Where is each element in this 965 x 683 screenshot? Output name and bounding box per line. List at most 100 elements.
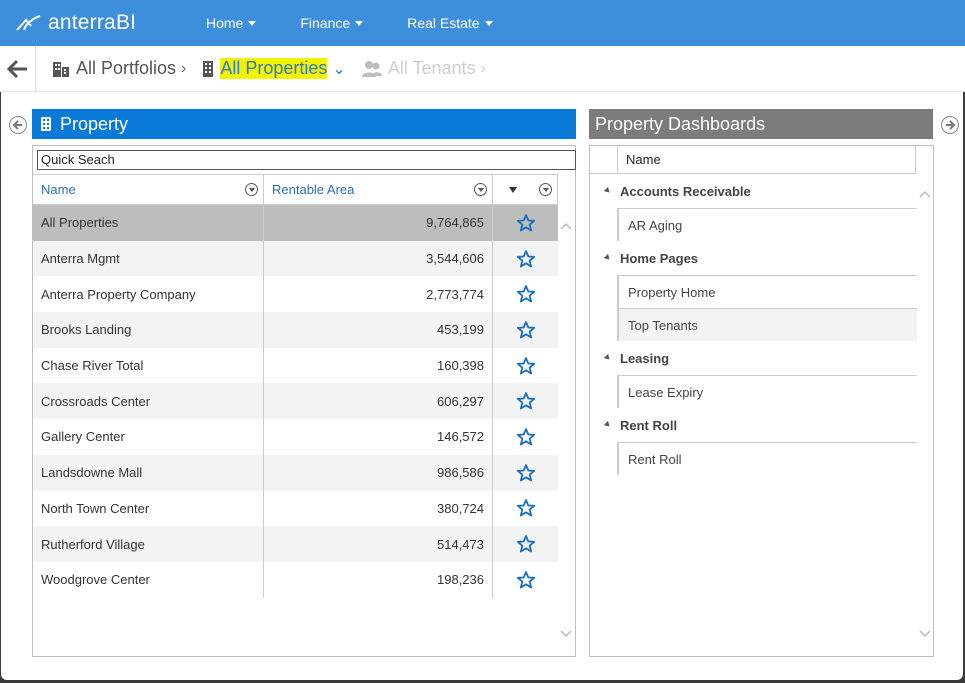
table-row[interactable]: North Town Center 380,724	[33, 490, 558, 527]
collapse-left-button[interactable]	[9, 116, 27, 134]
property-grid: Quick Seach Name Rentable Area All Prope…	[32, 145, 576, 657]
column-header-name[interactable]: Name	[33, 175, 264, 204]
crumb-label: All Tenants	[387, 58, 476, 78]
star-icon[interactable]	[493, 276, 558, 312]
table-row[interactable]: Brooks Landing 453,199	[33, 312, 558, 348]
cell-area: 453,199	[264, 312, 493, 348]
column-header-area[interactable]: Rentable Area	[264, 175, 493, 204]
dashboards-grid: Name Accounts Receivable AR Aging Home Pag…	[589, 145, 934, 657]
crumb-all-tenants[interactable]: All Tenants ›	[361, 58, 486, 79]
buildings-icon	[53, 61, 69, 77]
back-button[interactable]	[0, 45, 36, 92]
group-header[interactable]: Home Pages	[590, 241, 917, 275]
chevron-down-icon	[484, 20, 493, 26]
filter-icon[interactable]	[245, 183, 258, 196]
cell-area: 514,473	[264, 526, 493, 562]
cell-name: Landsdowne Mall	[33, 454, 264, 491]
star-icon[interactable]	[493, 348, 558, 384]
filter-icon[interactable]	[539, 183, 552, 196]
star-icon[interactable]	[493, 526, 558, 562]
sort-down-icon[interactable]	[509, 186, 517, 193]
building-icon	[203, 60, 214, 77]
column-header-name[interactable]: Name	[618, 146, 916, 173]
table-row[interactable]: Anterra Mgmt 3,544,606	[33, 240, 558, 277]
scroll-down-icon[interactable]	[559, 626, 573, 640]
brand-logo[interactable]: anterraBI	[14, 11, 182, 35]
table-row[interactable]: Landsdowne Mall 986,586	[33, 454, 558, 491]
star-icon[interactable]	[493, 312, 558, 348]
cell-area: 3,544,606	[264, 240, 493, 277]
scroll-up-icon[interactable]	[559, 220, 573, 234]
group-header[interactable]: Leasing	[590, 341, 917, 375]
star-icon[interactable]	[493, 562, 558, 598]
dashboard-item[interactable]: Property Home	[617, 275, 917, 308]
table-row[interactable]: Crossroads Center 606,297	[33, 383, 558, 420]
crumb-all-properties[interactable]: All Properties ⌄	[202, 58, 346, 79]
cell-area: 986,586	[264, 454, 493, 491]
table-row[interactable]: Chase River Total 160,398	[33, 347, 558, 384]
table-row[interactable]: Rutherford Village 514,473	[33, 526, 558, 562]
column-label: Rentable Area	[272, 182, 355, 197]
grid-header: Name Rentable Area	[33, 174, 558, 205]
cell-name: Woodgrove Center	[33, 561, 264, 598]
cell-area: 9,764,865	[264, 205, 493, 241]
panel-title: Property Dashboards	[595, 113, 766, 134]
group-label: Home Pages	[620, 250, 699, 266]
expand-triangle-icon[interactable]	[603, 186, 612, 195]
building-icon	[41, 117, 51, 131]
panel-title: Property	[60, 113, 129, 134]
cell-area: 2,773,774	[264, 276, 493, 313]
property-panel-header: Property	[32, 109, 576, 139]
expand-right-button[interactable]	[941, 116, 959, 134]
breadcrumb: All Portfolios › All Properties ⌄ All Te…	[0, 45, 965, 92]
dashboard-item[interactable]: Lease Expiry	[617, 375, 917, 408]
cell-name: Brooks Landing	[33, 312, 264, 348]
expand-triangle-icon[interactable]	[603, 353, 612, 362]
crumb-label: All Portfolios	[76, 58, 177, 78]
arrow-right-icon	[946, 120, 955, 130]
star-icon[interactable]	[493, 491, 558, 527]
chevron-down-icon	[248, 20, 257, 26]
table-row[interactable]: Anterra Property Company 2,773,774	[33, 276, 558, 313]
scroll-up-icon[interactable]	[918, 188, 932, 202]
group-header[interactable]: Accounts Receivable	[590, 174, 917, 208]
brand-name: anterraBI	[48, 11, 137, 34]
app-bar: anterraBI Home Finance Real Estate	[0, 0, 965, 46]
star-icon[interactable]	[493, 241, 558, 277]
scroll-down-icon[interactable]	[918, 626, 932, 640]
star-icon[interactable]	[493, 419, 558, 455]
table-row[interactable]: All Properties 9,764,865	[33, 205, 558, 241]
filter-icon[interactable]	[474, 183, 487, 196]
arrow-left-icon	[6, 59, 27, 78]
chevron-down-icon	[355, 20, 364, 26]
dashboard-item[interactable]: AR Aging	[617, 208, 917, 241]
expand-triangle-icon[interactable]	[603, 253, 612, 262]
quick-search-input[interactable]: Quick Seach	[37, 150, 576, 170]
cell-name: Rutherford Village	[33, 526, 264, 562]
star-icon[interactable]	[493, 383, 558, 419]
crumb-all-portfolios[interactable]: All Portfolios ›	[52, 58, 186, 79]
dashboards-panel-header: Property Dashboards	[589, 109, 933, 139]
chevron-right-icon: ›	[181, 59, 187, 77]
nav-finance[interactable]: Finance	[300, 15, 364, 31]
nav-home[interactable]: Home	[206, 15, 257, 31]
table-row[interactable]: Gallery Center 146,572	[33, 419, 558, 455]
group-label: Accounts Receivable	[620, 183, 751, 199]
cell-name: North Town Center	[33, 490, 264, 527]
grid-rows: All Properties 9,764,865 Anterra Mgmt 3,544…	[33, 205, 558, 598]
nav-real-estate-label: Real Estate	[407, 15, 480, 31]
chevron-right-icon: ›	[480, 59, 486, 77]
group-header[interactable]: Rent Roll	[590, 408, 917, 442]
nav-real-estate[interactable]: Real Estate	[407, 15, 493, 31]
cell-name: Gallery Center	[33, 419, 264, 455]
dashboard-item[interactable]: Rent Roll	[617, 442, 917, 475]
cell-area: 198,236	[264, 561, 493, 598]
dashboard-item[interactable]: Top Tenants	[617, 308, 917, 341]
column-header-favorite[interactable]	[493, 175, 558, 204]
star-icon[interactable]	[493, 455, 558, 491]
cell-area: 146,572	[264, 419, 493, 455]
star-icon[interactable]	[493, 205, 558, 241]
expand-triangle-icon[interactable]	[603, 420, 612, 429]
table-row[interactable]: Woodgrove Center 198,236	[33, 561, 558, 598]
nav-home-label: Home	[206, 15, 244, 31]
